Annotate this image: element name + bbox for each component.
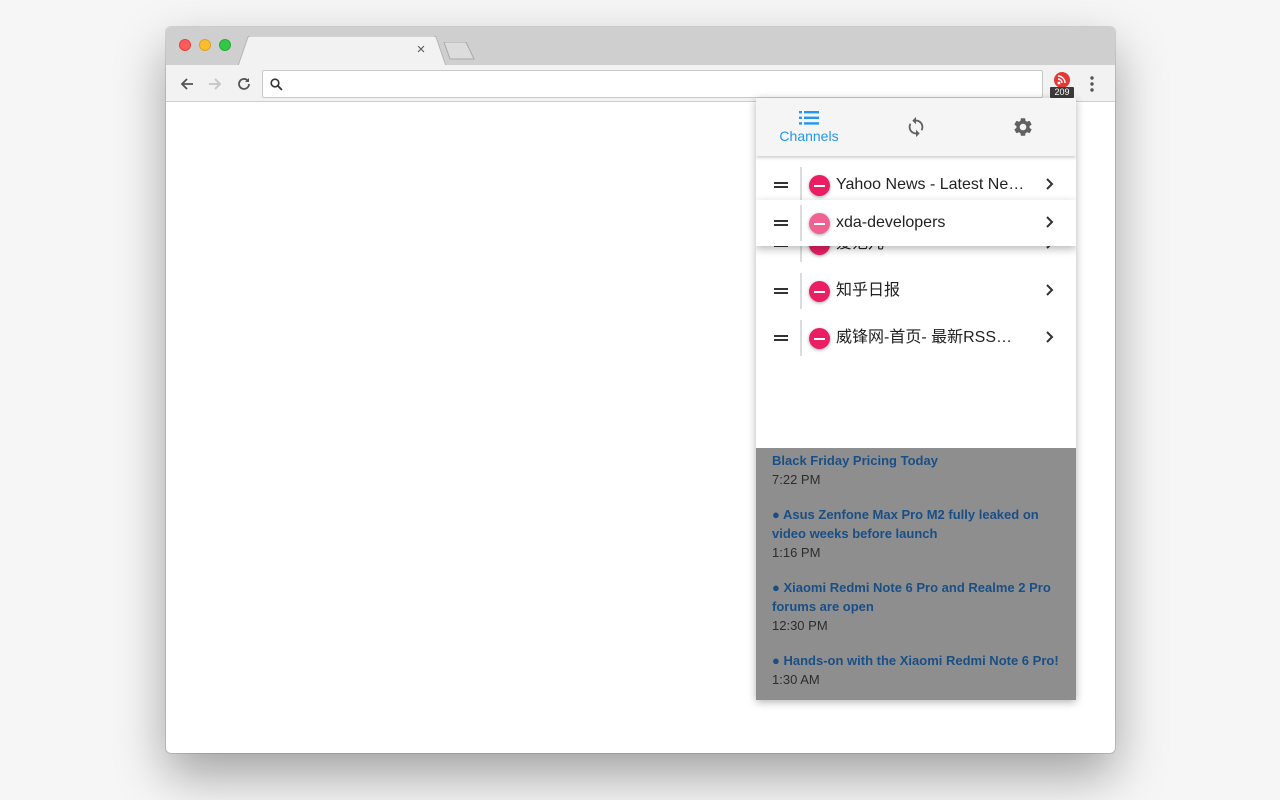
news-title[interactable]: ● Xiaomi Redmi Note 6 Pro and Realme 2 P…	[772, 578, 1060, 616]
news-time: 1:30 AM	[772, 672, 820, 687]
news-title[interactable]: ● Asus Zenfone Max Pro M2 fully leaked o…	[772, 505, 1060, 543]
news-item[interactable]: ● Hands-on with the Xiaomi Redmi Note 6 …	[772, 651, 1060, 689]
tab-refresh[interactable]	[862, 98, 969, 156]
news-item[interactable]: ● Xiaomi Redmi Note 6 Pro and Realme 2 P…	[772, 578, 1060, 635]
drag-handle-icon[interactable]	[774, 217, 790, 229]
channel-row[interactable]: 威锋网-首页- 最新RSS订阅	[756, 315, 1076, 361]
search-icon	[270, 78, 283, 91]
close-window-button[interactable]	[179, 39, 191, 51]
drag-handle-icon[interactable]	[774, 179, 790, 191]
remove-channel-button[interactable]	[809, 328, 830, 349]
tab-close-button[interactable]: ×	[413, 42, 429, 58]
drag-handle-icon[interactable]	[774, 332, 790, 344]
news-time: 7:22 PM	[772, 472, 821, 487]
forward-button[interactable]	[204, 73, 226, 95]
news-title[interactable]: Black Friday Pricing Today	[772, 451, 1060, 470]
tab-channels[interactable]: Channels	[756, 98, 862, 156]
news-title[interactable]: ● Hands-on with the Xiaomi Redmi Note 6 …	[772, 651, 1060, 670]
address-input[interactable]	[291, 74, 1031, 94]
news-time: 12:30 PM	[772, 618, 828, 633]
list-icon	[799, 110, 819, 125]
unread-count-badge: 209	[1050, 87, 1074, 98]
channel-row-dragging[interactable]: xda-developers	[756, 200, 1076, 246]
new-tab-button[interactable]	[442, 42, 476, 60]
row-divider	[800, 205, 802, 241]
popup-tab-bar: Channels	[756, 98, 1076, 156]
channel-list: Yahoo News - Latest News & Headlines 威锋网…	[756, 156, 1076, 506]
back-button[interactable]	[176, 73, 198, 95]
news-item[interactable]: Black Friday Pricing Today 7:22 PM	[772, 451, 1060, 489]
title-bar: ×	[166, 27, 1115, 66]
channel-name: 知乎日报	[836, 282, 901, 299]
news-item[interactable]: ● Asus Zenfone Max Pro M2 fully leaked o…	[772, 505, 1060, 562]
arrow-right-icon	[209, 78, 222, 90]
chevron-right-icon[interactable]	[1044, 330, 1056, 344]
tab-settings[interactable]	[969, 98, 1076, 156]
remove-channel-button[interactable]	[809, 281, 830, 302]
sync-icon	[908, 116, 923, 138]
browser-toolbar: 209	[166, 65, 1115, 102]
zoom-window-button[interactable]	[219, 39, 231, 51]
reload-button[interactable]	[233, 73, 255, 95]
row-divider	[800, 167, 802, 203]
channel-row[interactable]: 知乎日报	[756, 268, 1076, 314]
row-divider	[800, 273, 802, 309]
chevron-right-icon[interactable]	[1044, 215, 1056, 229]
minimize-window-button[interactable]	[199, 39, 211, 51]
tab-channels-label: Channels	[779, 127, 839, 144]
row-divider	[800, 320, 802, 356]
reload-icon	[238, 78, 250, 90]
news-time: 1:16 PM	[772, 545, 821, 560]
rss-popup: Channels Yahoo News - Latest News & Head…	[756, 98, 1076, 700]
drag-handle-icon[interactable]	[774, 285, 790, 297]
gear-icon	[1013, 118, 1032, 136]
channel-name: Yahoo News - Latest News & Headlines	[836, 176, 1026, 193]
remove-channel-button[interactable]	[809, 175, 830, 196]
address-bar[interactable]	[262, 70, 1043, 98]
channel-name: xda-developers	[836, 214, 946, 231]
chevron-right-icon[interactable]	[1044, 177, 1056, 191]
arrow-left-icon	[180, 78, 193, 90]
more-vert-icon[interactable]	[1084, 73, 1100, 95]
chevron-right-icon[interactable]	[1044, 283, 1056, 297]
news-feed-overlay: Black Friday Pricing Today 7:22 PM ● Asu…	[756, 448, 1076, 700]
channel-name: 威锋网-首页- 最新RSS订阅	[836, 329, 1026, 346]
remove-channel-button[interactable]	[809, 213, 830, 234]
